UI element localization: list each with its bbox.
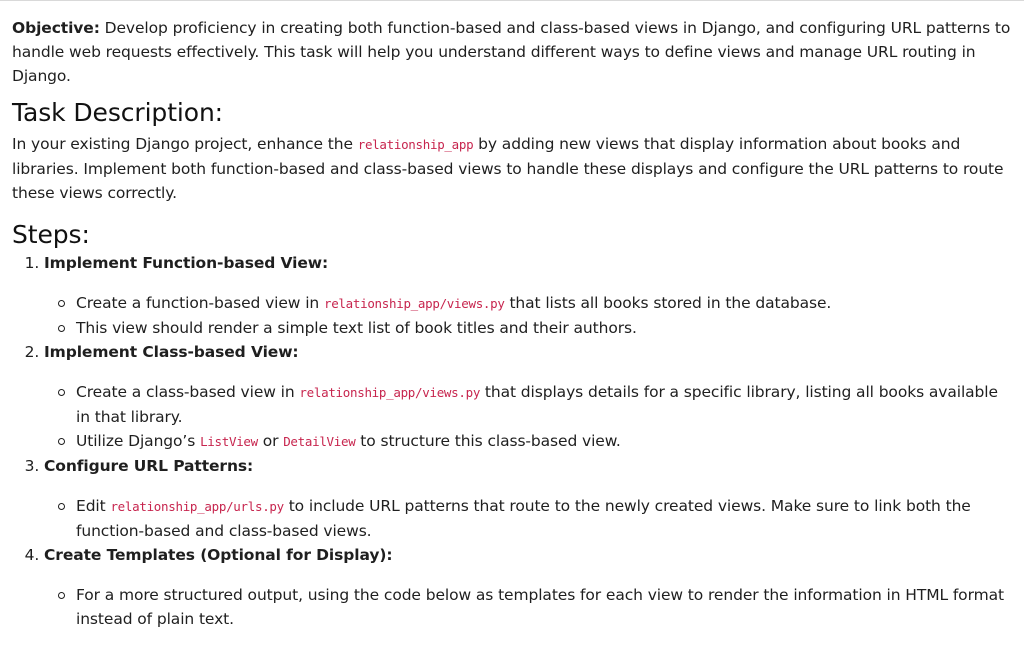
inline-code: ListView	[200, 434, 258, 449]
bullet-item: This view should render a simple text li…	[58, 316, 1012, 340]
objective-paragraph: Objective: Develop proficiency in creati…	[12, 16, 1012, 88]
step-bullets: For a more structured output, using the …	[44, 583, 1012, 631]
step-item: Implement Function-based View: Create a …	[44, 251, 1012, 340]
step-bullets: Create a class-based view in relationshi…	[44, 380, 1012, 454]
steps-heading: Steps:	[12, 220, 90, 249]
bullet-text: that lists all books stored in the datab…	[504, 294, 832, 312]
inline-code: relationship_app	[357, 137, 474, 152]
step-title: Implement Class-based View:	[44, 343, 299, 361]
inline-code: DetailView	[283, 434, 356, 449]
bullet-text: to structure this class-based view.	[355, 432, 621, 450]
bullet-text: Edit	[76, 497, 111, 515]
bullet-item: Utilize Django’s ListView or DetailView …	[58, 429, 1012, 454]
inline-code: relationship_app/views.py	[299, 385, 481, 400]
step-bullets: Create a function-based view in relation…	[44, 291, 1012, 340]
inline-code: relationship_app/views.py	[323, 296, 505, 311]
task-description-heading: Task Description:	[12, 98, 224, 127]
step-bullets: Edit relationship_app/urls.py to include…	[44, 494, 1012, 543]
steps-list: Implement Function-based View: Create a …	[12, 251, 1012, 631]
step-title: Create Templates (Optional for Display):	[44, 546, 393, 564]
inline-code: relationship_app/urls.py	[110, 499, 284, 514]
step-item: Implement Class-based View: Create a cla…	[44, 340, 1012, 454]
bullet-text: This view should render a simple text li…	[76, 319, 637, 337]
bullet-text: Create a function-based view in	[76, 294, 324, 312]
step-title: Configure URL Patterns:	[44, 457, 254, 475]
objective-text: Develop proficiency in creating both fun…	[12, 19, 1011, 85]
task-description-paragraph: In your existing Django project, enhance…	[12, 132, 1012, 205]
step-item: Configure URL Patterns: Edit relationshi…	[44, 454, 1012, 543]
bullet-text: Utilize Django’s	[76, 432, 201, 450]
step-item: Create Templates (Optional for Display):…	[44, 543, 1012, 631]
top-divider	[0, 0, 1024, 1]
bullet-item: For a more structured output, using the …	[58, 583, 1012, 631]
step-title: Implement Function-based View:	[44, 254, 329, 272]
bullet-text: Create a class-based view in	[76, 383, 300, 401]
bullet-text: For a more structured output, using the …	[76, 586, 1004, 628]
bullet-text: or	[257, 432, 284, 450]
objective-label: Objective:	[12, 19, 100, 37]
task-description-text-1: In your existing Django project, enhance…	[12, 135, 358, 153]
bullet-item: Edit relationship_app/urls.py to include…	[58, 494, 1012, 543]
bullet-item: Create a function-based view in relation…	[58, 291, 1012, 316]
bullet-item: Create a class-based view in relationshi…	[58, 380, 1012, 429]
task-document: Objective: Develop proficiency in creati…	[12, 16, 1012, 631]
